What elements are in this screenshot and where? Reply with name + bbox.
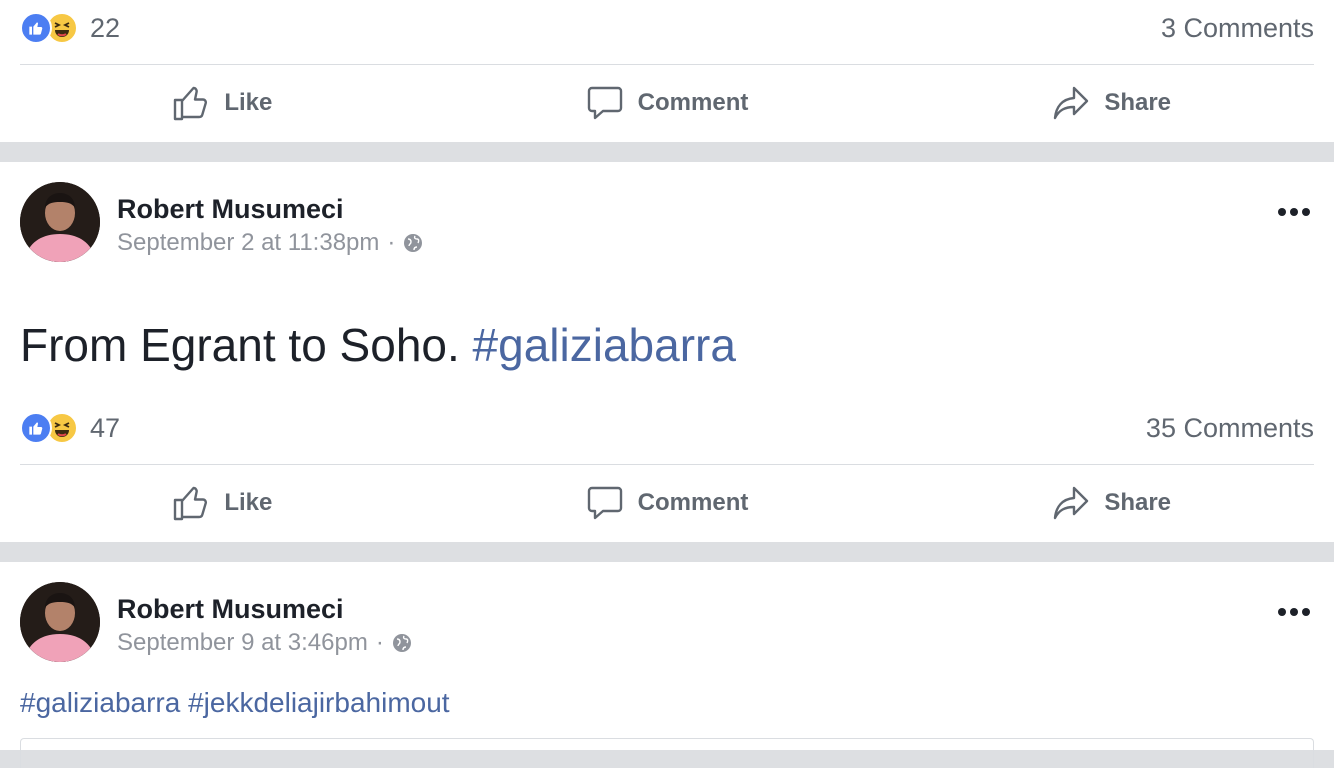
reactions-bar[interactable]: 22: [20, 12, 120, 44]
share-arrow-icon: [1054, 486, 1089, 520]
post-body: From Egrant to Soho.: [20, 319, 460, 371]
action-bar: Like Comment Share: [0, 465, 1334, 541]
comment-bubble-icon: [587, 86, 622, 120]
dot: [1302, 608, 1310, 616]
dot: [1278, 608, 1286, 616]
share-button[interactable]: Share: [889, 65, 1334, 141]
thumbs-up-icon: [174, 486, 208, 521]
share-label: Share: [1104, 89, 1172, 116]
post-card: Robert Musumeci September 9 at 3:46pm · …: [0, 562, 1334, 768]
post-card: Robert Musumeci September 2 at 11:38pm ·…: [0, 162, 1334, 542]
dot: [1290, 608, 1298, 616]
comment-bubble-icon: [587, 486, 622, 520]
comment-label: Comment: [637, 489, 749, 516]
share-arrow-icon: [1054, 86, 1089, 120]
like-reaction-icon: [20, 12, 52, 44]
globe-icon: [392, 634, 411, 652]
avatar[interactable]: [20, 582, 100, 662]
avatar[interactable]: [20, 182, 100, 262]
share-button[interactable]: Share: [889, 465, 1334, 541]
like-button[interactable]: Like: [0, 65, 445, 141]
globe-icon: [404, 234, 423, 252]
post-header: Robert Musumeci September 9 at 3:46pm ·: [20, 582, 1314, 662]
post-meta: September 2 at 11:38pm ·: [117, 229, 423, 257]
post-meta: September 9 at 3:46pm ·: [117, 629, 412, 657]
more-options-button[interactable]: [1274, 200, 1314, 224]
hashtag-links[interactable]: #galiziabarra #jekkdeliajirbahimout: [20, 687, 450, 719]
author-name[interactable]: Robert Musumeci: [117, 194, 344, 225]
comments-count-link[interactable]: 35 Comments: [1146, 413, 1314, 444]
comment-label: Comment: [637, 89, 749, 116]
author-name[interactable]: Robert Musumeci: [117, 594, 344, 625]
like-reaction-icon: [20, 412, 52, 444]
reaction-count: 22: [90, 12, 121, 43]
action-bar: Like Comment Share: [0, 65, 1334, 141]
hashtag-link[interactable]: #galiziabarra: [473, 319, 736, 371]
post-text: From Egrant to Soho. #galiziabarra: [20, 318, 736, 372]
timestamp[interactable]: September 9 at 3:46pm: [117, 629, 368, 657]
reaction-count: 47: [90, 412, 121, 443]
dot: [1302, 208, 1310, 216]
share-label: Share: [1104, 489, 1172, 516]
comments-count-link[interactable]: 3 Comments: [1161, 13, 1314, 44]
like-button[interactable]: Like: [0, 465, 445, 541]
reaction-summary: 22 3 Comments: [20, 8, 1314, 48]
timestamp[interactable]: September 2 at 11:38pm: [117, 229, 379, 257]
comment-button[interactable]: Comment: [445, 65, 890, 141]
post-header: Robert Musumeci September 2 at 11:38pm ·: [20, 182, 1314, 262]
post-card-partial: 22 3 Comments Like Comment Share: [0, 0, 1334, 142]
link-preview-card[interactable]: [20, 738, 1314, 768]
meta-separator: ·: [375, 629, 384, 656]
more-options-button[interactable]: [1274, 600, 1314, 624]
like-label: Like: [224, 489, 273, 516]
meta-separator: ·: [387, 229, 396, 256]
reaction-summary: 47 35 Comments: [20, 408, 1314, 448]
like-label: Like: [224, 89, 273, 116]
thumbs-up-icon: [174, 86, 208, 121]
comment-button[interactable]: Comment: [445, 465, 890, 541]
dot: [1278, 208, 1286, 216]
dot: [1290, 208, 1298, 216]
reactions-bar[interactable]: 47: [20, 412, 120, 444]
